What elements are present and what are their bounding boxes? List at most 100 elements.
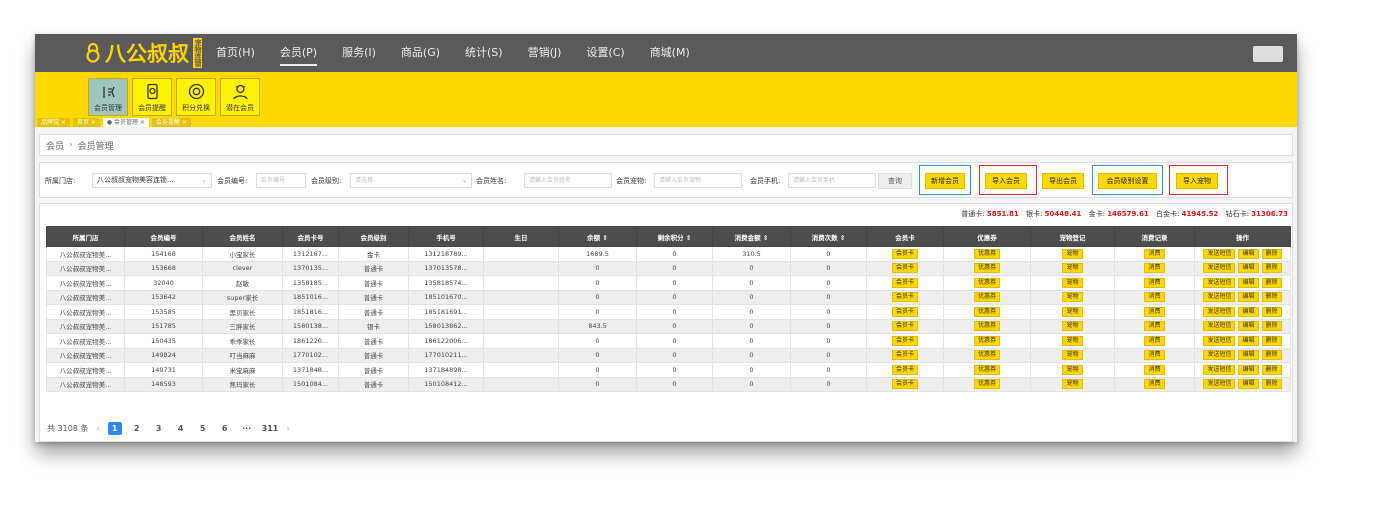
edit-button[interactable]: 编辑	[1238, 248, 1259, 259]
column-header[interactable]: 优惠券	[943, 226, 1031, 247]
coupon-button[interactable]: 优惠券	[973, 277, 1000, 288]
delete-button[interactable]: 删除	[1261, 292, 1282, 303]
main-nav-item[interactable]: 会员(P)	[279, 40, 318, 66]
delete-button[interactable]: 删除	[1261, 379, 1282, 390]
page-tab[interactable]: 首页 ×	[72, 118, 100, 127]
pet-register-button[interactable]: 宠物	[1062, 263, 1083, 274]
main-nav-item[interactable]: 商品(G)	[401, 40, 440, 66]
page-number[interactable]: 5	[196, 422, 210, 435]
sub-nav-item[interactable]: 积分兑换	[176, 78, 216, 116]
column-header[interactable]: 生日	[483, 226, 559, 247]
page-number[interactable]: 2	[130, 422, 144, 435]
edit-button[interactable]: 编辑	[1238, 277, 1259, 288]
coupon-button[interactable]: 优惠券	[973, 306, 1000, 317]
query-button[interactable]: 查询	[878, 173, 912, 189]
coupon-button[interactable]: 优惠券	[973, 248, 1000, 259]
delete-button[interactable]: 删除	[1261, 248, 1282, 259]
edit-button[interactable]: 编辑	[1238, 321, 1259, 332]
consume-record-button[interactable]: 消费	[1144, 379, 1165, 390]
edit-button[interactable]: 编辑	[1238, 335, 1259, 346]
coupon-button[interactable]: 优惠券	[973, 335, 1000, 346]
column-header[interactable]: 余额 ⇕	[558, 226, 637, 247]
add-member-button[interactable]: 新增会员	[925, 173, 965, 189]
member-card-button[interactable]: 会员卡	[891, 263, 918, 274]
edit-button[interactable]: 编辑	[1238, 306, 1259, 317]
edit-button[interactable]: 编辑	[1238, 379, 1259, 390]
page-tab[interactable]: ● 会员管理 ×	[102, 118, 149, 127]
name-input[interactable]: 请输入会员姓名	[524, 173, 612, 188]
column-header[interactable]: 消费次数 ⇕	[790, 226, 867, 247]
sub-nav-item[interactable]: 会员管理	[88, 78, 128, 116]
sub-nav-item[interactable]: 潜在会员	[220, 78, 260, 116]
member-card-button[interactable]: 会员卡	[891, 379, 918, 390]
send-sms-button[interactable]: 发送短信	[1203, 364, 1236, 375]
member-card-button[interactable]: 会员卡	[891, 277, 918, 288]
pet-register-button[interactable]: 宠物	[1062, 364, 1083, 375]
main-nav-item[interactable]: 营销(J)	[528, 40, 562, 66]
column-header[interactable]: 会员姓名	[202, 226, 283, 247]
brand-logo[interactable]: 八公叔叔 宠物连锁	[85, 38, 202, 68]
column-header[interactable]: 会员编号	[124, 226, 203, 247]
member-card-button[interactable]: 会员卡	[891, 335, 918, 346]
consume-record-button[interactable]: 消费	[1144, 277, 1165, 288]
member-card-button[interactable]: 会员卡	[891, 292, 918, 303]
breadcrumb-root[interactable]: 会员	[46, 139, 64, 152]
delete-button[interactable]: 删除	[1261, 306, 1282, 317]
page-number[interactable]: 1	[107, 422, 122, 435]
page-number[interactable]: 3	[152, 422, 166, 435]
edit-button[interactable]: 编辑	[1238, 350, 1259, 361]
prev-page-button[interactable]: ‹	[96, 424, 99, 433]
send-sms-button[interactable]: 发送短信	[1203, 248, 1236, 259]
member-card-button[interactable]: 会员卡	[891, 350, 918, 361]
consume-record-button[interactable]: 消费	[1144, 335, 1165, 346]
edit-button[interactable]: 编辑	[1238, 263, 1259, 274]
main-nav-item[interactable]: 商城(M)	[650, 40, 690, 66]
coupon-button[interactable]: 优惠券	[973, 292, 1000, 303]
main-nav-item[interactable]: 设置(C)	[586, 40, 624, 66]
delete-button[interactable]: 删除	[1261, 263, 1282, 274]
edit-button[interactable]: 编辑	[1238, 364, 1259, 375]
pet-register-button[interactable]: 宠物	[1062, 350, 1083, 361]
import-member-button[interactable]: 导入会员	[985, 173, 1027, 189]
column-header[interactable]: 会员卡	[866, 226, 944, 247]
delete-button[interactable]: 删除	[1261, 277, 1282, 288]
main-nav-item[interactable]: 统计(S)	[465, 40, 503, 66]
coupon-button[interactable]: 优惠券	[973, 379, 1000, 390]
column-header[interactable]: 会员卡号	[282, 226, 339, 247]
consume-record-button[interactable]: 消费	[1144, 248, 1165, 259]
phone-input[interactable]: 请输入会员手机	[788, 173, 876, 188]
edit-button[interactable]: 编辑	[1238, 292, 1259, 303]
send-sms-button[interactable]: 发送短信	[1203, 306, 1236, 317]
export-member-button[interactable]: 导出会员	[1042, 173, 1084, 189]
level-setting-button[interactable]: 会员级别设置	[1098, 173, 1157, 189]
send-sms-button[interactable]: 发送短信	[1203, 321, 1236, 332]
coupon-button[interactable]: 优惠券	[973, 263, 1000, 274]
consume-record-button[interactable]: 消费	[1144, 263, 1165, 274]
column-header[interactable]: 剩余积分 ⇕	[636, 226, 713, 247]
next-page-button[interactable]: ›	[286, 424, 289, 433]
coupon-button[interactable]: 优惠券	[973, 321, 1000, 332]
page-number[interactable]: ···	[240, 422, 254, 435]
pet-input[interactable]: 请输入会员宠物	[654, 173, 742, 188]
consume-record-button[interactable]: 消费	[1144, 364, 1165, 375]
send-sms-button[interactable]: 发送短信	[1203, 335, 1236, 346]
consume-record-button[interactable]: 消费	[1144, 292, 1165, 303]
pet-register-button[interactable]: 宠物	[1062, 306, 1083, 317]
send-sms-button[interactable]: 发送短信	[1203, 350, 1236, 361]
delete-button[interactable]: 删除	[1261, 364, 1282, 375]
member-card-button[interactable]: 会员卡	[891, 306, 918, 317]
pet-register-button[interactable]: 宠物	[1062, 379, 1083, 390]
pet-register-button[interactable]: 宠物	[1062, 321, 1083, 332]
store-select[interactable]: 八公叔叔宠物美容连锁... ⌄	[92, 173, 212, 188]
member-card-button[interactable]: 会员卡	[891, 248, 918, 259]
send-sms-button[interactable]: 发送短信	[1203, 292, 1236, 303]
consume-record-button[interactable]: 消费	[1144, 321, 1165, 332]
page-number[interactable]: 6	[218, 422, 232, 435]
pet-register-button[interactable]: 宠物	[1062, 335, 1083, 346]
delete-button[interactable]: 删除	[1261, 350, 1282, 361]
column-header[interactable]: 消费金额 ⇕	[712, 226, 791, 247]
level-select[interactable]: 请选择 ⌄	[350, 173, 472, 188]
column-header[interactable]: 所属门店	[46, 226, 125, 247]
pet-register-button[interactable]: 宠物	[1062, 248, 1083, 259]
send-sms-button[interactable]: 发送短信	[1203, 379, 1236, 390]
